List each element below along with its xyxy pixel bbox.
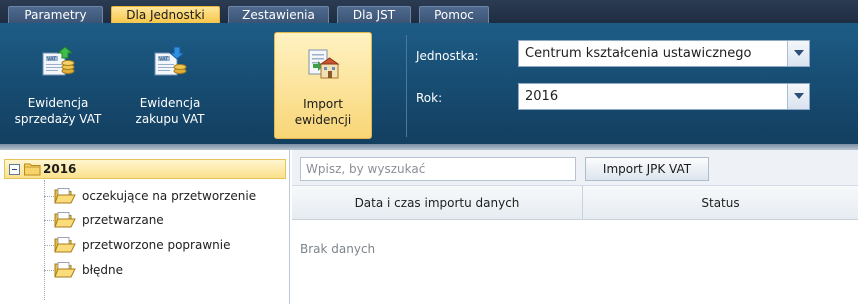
folder-open-icon — [54, 187, 76, 208]
import-register-button[interactable]: Import ewidencji — [274, 32, 372, 139]
folder-icon — [24, 162, 41, 179]
empty-grid-message: Brak danych — [300, 242, 376, 256]
year-select-value: 2016 — [525, 89, 559, 104]
collapse-icon[interactable] — [9, 164, 20, 175]
year-label: Rok: — [416, 91, 443, 105]
svg-text:VAT: VAT — [47, 57, 57, 63]
vat-sales-register-label: Ewidencja sprzedaży VAT — [14, 96, 102, 126]
vat-sales-register-button[interactable]: VAT Ewidencja sprzedaży VAT — [6, 32, 110, 139]
column-header-import-date[interactable]: Data i czas importu danych — [292, 186, 582, 220]
tree-connector — [44, 220, 54, 221]
tree-connector — [44, 245, 54, 246]
vat-purchase-register-label: Ewidencja zakupu VAT — [135, 96, 205, 126]
column-header-status[interactable]: Status — [583, 186, 858, 220]
tree-item-label: oczekujące na przetworzenie — [82, 189, 257, 203]
tree-item-label: przetwarzane — [82, 213, 164, 227]
folder-open-icon — [54, 236, 76, 257]
grid-header: Data i czas importu danych Status — [292, 186, 858, 220]
unit-label: Jednostka: — [416, 49, 479, 63]
tree-connector — [44, 270, 54, 271]
vat-sales-register-icon: VAT — [41, 45, 75, 79]
import-jpk-vat-button[interactable]: Import JPK VAT — [585, 157, 709, 181]
tree-item-bledne[interactable]: błędne — [44, 258, 288, 282]
tab-dla-jst[interactable]: Dla JST — [337, 6, 411, 23]
year-dropdown-arrow-icon[interactable] — [787, 84, 809, 109]
tree-item-label: błędne — [82, 263, 124, 277]
vat-purchase-register-button[interactable]: VAT Ewidencja zakupu VAT — [122, 32, 218, 139]
import-grid: Import JPK VAT Data i czas importu danyc… — [292, 150, 858, 304]
ribbon-separator — [406, 35, 407, 137]
tab-dla-jednostki[interactable]: Dla Jednostki — [111, 6, 220, 23]
status-tree: 2016 oczekujące na przetworzenie przetwa… — [0, 150, 290, 304]
tree-item-przetworzone-poprawnie[interactable]: przetworzone poprawnie — [44, 233, 288, 257]
tree-connector — [44, 196, 54, 197]
tree-root-label: 2016 — [43, 162, 77, 176]
folder-open-icon — [54, 211, 76, 232]
tab-pomoc[interactable]: Pomoc — [419, 6, 489, 23]
unit-select-value: Centrum kształcenia ustawicznego — [525, 46, 752, 61]
ribbon: VAT Ewidencja sprzedaży VAT VAT Ewidencj… — [0, 23, 858, 144]
ribbon-tab-strip: Parametry Dla Jednostki Zestawienia Dla … — [0, 0, 858, 23]
tree-item-przetwarzane[interactable]: przetwarzane — [44, 208, 288, 232]
grid-toolbar: Import JPK VAT — [292, 150, 858, 186]
svg-text:VAT: VAT — [159, 57, 169, 63]
unit-dropdown-arrow-icon[interactable] — [787, 41, 809, 66]
tab-parametry[interactable]: Parametry — [8, 6, 103, 23]
tree-item-label: przetworzone poprawnie — [82, 238, 231, 252]
unit-select[interactable]: Centrum kształcenia ustawicznego — [518, 40, 810, 67]
year-select[interactable]: 2016 — [518, 83, 810, 110]
search-input[interactable] — [300, 157, 576, 181]
tree-item-oczekujace[interactable]: oczekujące na przetworzenie — [44, 184, 288, 208]
folder-open-icon — [54, 261, 76, 282]
tab-zestawienia[interactable]: Zestawienia — [228, 6, 329, 23]
import-register-icon — [306, 46, 340, 80]
vat-purchase-register-icon: VAT — [153, 45, 187, 79]
import-register-label: Import ewidencji — [294, 97, 352, 127]
tree-root-2016[interactable]: 2016 — [4, 159, 286, 179]
